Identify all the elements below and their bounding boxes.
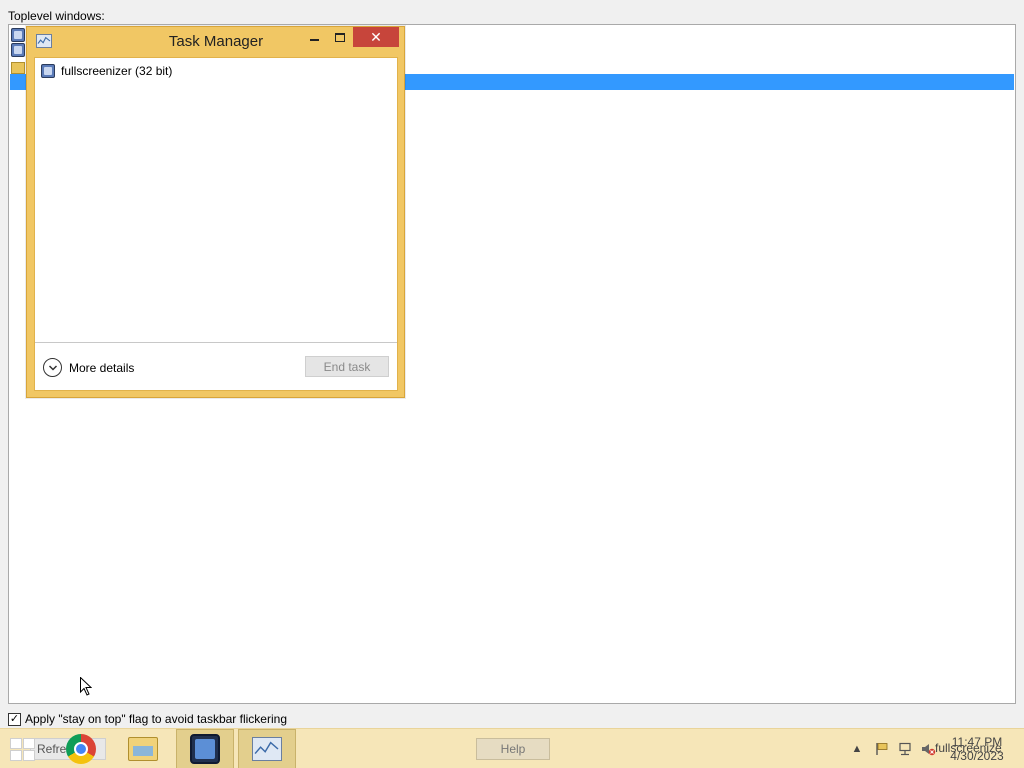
stay-on-top-checkbox[interactable]: ✓ — [8, 712, 21, 726]
more-details-button[interactable]: More details — [43, 358, 134, 377]
task-manager-titlebar[interactable]: Task Manager ✕ — [27, 27, 404, 55]
windows-start-icon[interactable] — [8, 735, 38, 763]
app-icon — [11, 43, 25, 57]
fullscreenizer-taskbar-button[interactable] — [176, 729, 234, 768]
show-hidden-icons-button[interactable]: ▲ — [850, 729, 864, 768]
fullscreenizer-icon — [190, 734, 220, 764]
close-icon: ✕ — [370, 28, 382, 45]
maximize-icon — [335, 32, 345, 42]
clock-time: 11:47 PM — [951, 735, 1003, 749]
flag-icon[interactable] — [873, 729, 891, 768]
task-manager-window[interactable]: Task Manager ✕ fullscreenizer (32 bit) M… — [26, 26, 405, 398]
maximize-button[interactable] — [327, 27, 353, 47]
task-manager-taskbar-button[interactable] — [238, 729, 296, 768]
help-button[interactable]: Help — [476, 738, 550, 760]
chevron-down-icon — [43, 358, 62, 377]
chrome-taskbar-button[interactable] — [52, 729, 110, 768]
more-details-label: More details — [69, 360, 135, 375]
app-icon — [11, 28, 25, 42]
minimize-button[interactable] — [301, 27, 327, 47]
stay-on-top-option[interactable]: ✓ Apply "stay on top" flag to avoid task… — [8, 712, 287, 726]
process-row[interactable]: fullscreenizer (32 bit) — [41, 64, 172, 78]
minimize-icon — [309, 38, 319, 41]
clock[interactable]: 11:47 PM 4/30/2023 — [944, 735, 1010, 763]
file-explorer-icon — [128, 737, 158, 761]
task-manager-icon — [252, 737, 282, 761]
toplevel-windows-label: Toplevel windows: — [8, 9, 105, 23]
up-arrow-icon: ▲ — [851, 743, 863, 755]
mouse-cursor-icon — [80, 677, 92, 696]
process-name: fullscreenizer (32 bit) — [61, 64, 173, 78]
end-task-button[interactable]: End task — [305, 356, 389, 377]
stay-on-top-label: Apply "stay on top" flag to avoid taskba… — [25, 712, 287, 726]
folder-icon — [11, 62, 25, 74]
divider — [35, 342, 397, 343]
chrome-icon — [66, 734, 96, 764]
task-manager-content: fullscreenizer (32 bit) More details End… — [34, 57, 398, 391]
network-icon[interactable] — [897, 729, 915, 768]
fullscreenizer-icon — [41, 64, 55, 78]
file-explorer-taskbar-button[interactable] — [114, 729, 172, 768]
taskbar: Refre Help ▲ fullscreenize 11:47 PM 4/30… — [0, 728, 1024, 768]
clock-date: 4/30/2023 — [950, 749, 1004, 763]
close-button[interactable]: ✕ — [353, 27, 399, 47]
